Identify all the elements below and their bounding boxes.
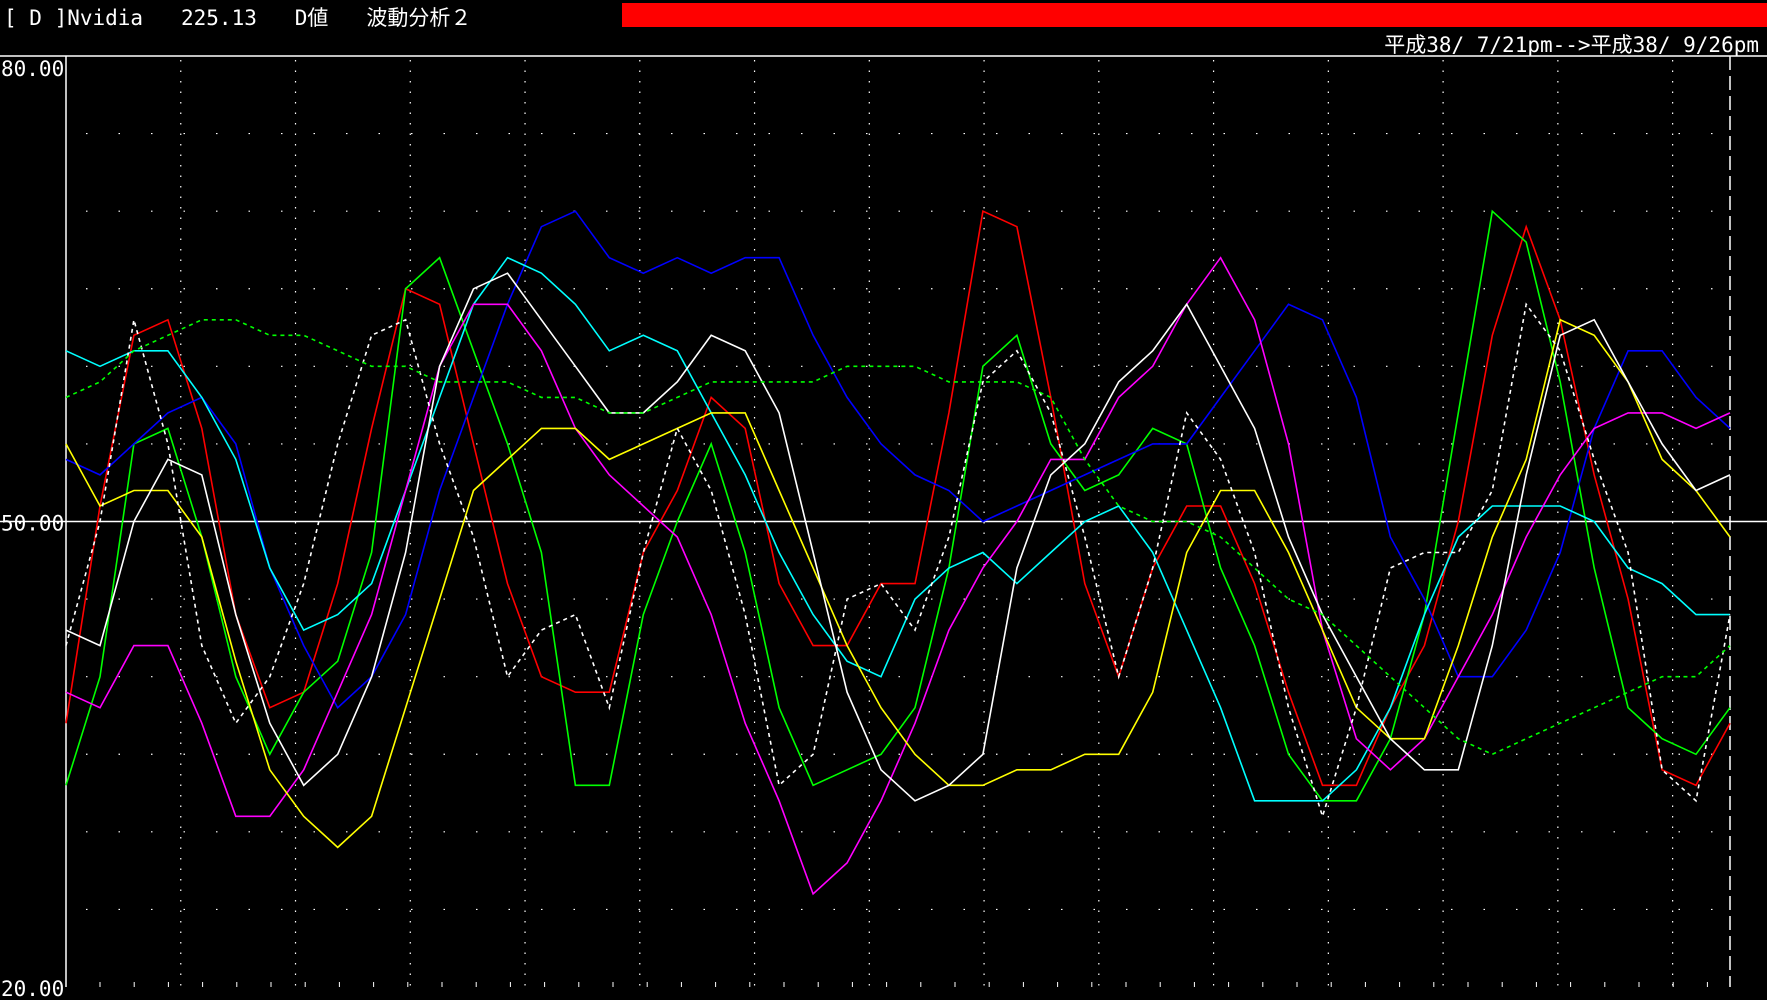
series-group — [65, 209, 1731, 896]
y-tick-label: 80.00 — [1, 57, 64, 81]
series-line-4 — [65, 256, 1730, 802]
series-line-8 — [65, 302, 1731, 819]
series-line-1 — [65, 210, 1731, 787]
line-chart: 80.00 50.00 20.00 — [0, 55, 1767, 1000]
y-tick-label: 20.00 — [1, 977, 64, 1000]
grid — [86, 60, 1730, 987]
tick-labels: 80.00 50.00 20.00 — [1, 57, 64, 1000]
y-tick-label: 50.00 — [1, 512, 64, 536]
series-line-2 — [65, 209, 1731, 802]
